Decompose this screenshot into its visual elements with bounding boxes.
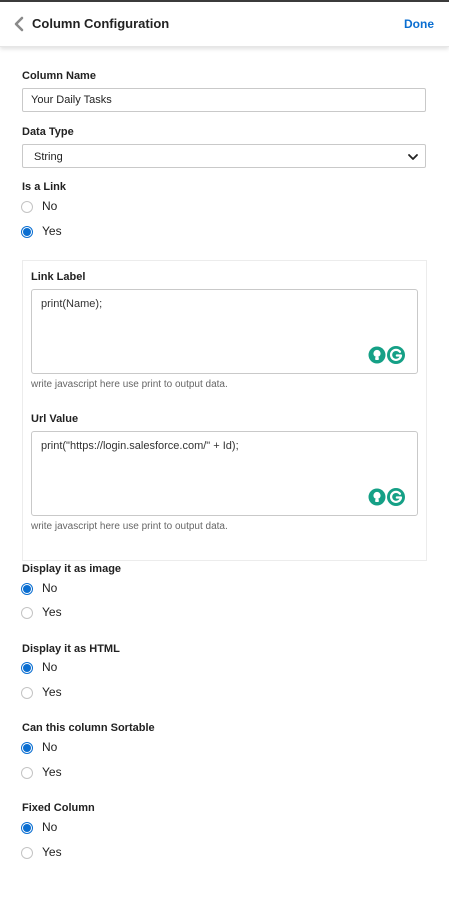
url-value-hint: write javascript here use print to outpu… [31,521,228,532]
url-value-code: print("https://login.salesforce.com/" + … [41,440,239,452]
sortable-label: Can this column Sortable [22,722,155,734]
data-type-value: String [34,151,63,163]
display-html-label: Display it as HTML [22,643,120,655]
lightbulb-icon[interactable] [368,346,386,364]
grammarly-icon[interactable] [387,346,405,364]
radio-label: No [42,581,58,595]
radio-circle [21,767,33,779]
page-title: Column Configuration [32,16,170,31]
radio-label: No [42,660,58,674]
radio-circle [21,822,33,834]
radio-circle [21,687,33,699]
chevron-left-icon[interactable] [12,16,26,32]
chevron-down-icon [408,154,418,160]
editor-assist-icons [368,345,406,365]
radio-label: Yes [42,605,62,619]
radio-circle [21,742,33,754]
radio-circle [21,662,33,674]
radio-label: Yes [42,845,62,859]
lightbulb-icon[interactable] [368,488,386,506]
radio-label: No [42,740,58,754]
editor-assist-icons [368,487,406,507]
radio-circle [21,201,33,213]
url-value-editor[interactable]: print("https://login.salesforce.com/" + … [31,431,418,516]
grammarly-icon[interactable] [387,488,405,506]
radio-label: Yes [42,765,62,779]
display-image-label: Display it as image [22,563,122,575]
link-label-heading: Link Label [31,271,86,283]
link-settings-panel: Link Label print(Name); write javascript… [22,260,427,561]
link-label-hint: write javascript here use print to outpu… [31,379,228,390]
column-name-input[interactable] [22,88,426,112]
header-bar: Column Configuration Done [0,2,449,47]
radio-circle [21,583,33,595]
done-button[interactable]: Done [404,17,434,31]
radio-label: Yes [42,224,62,238]
data-type-label: Data Type [22,126,74,138]
radio-circle [21,607,33,619]
radio-circle [21,226,33,238]
is-link-label: Is a Link [22,181,67,193]
url-value-heading: Url Value [31,413,79,425]
radio-label: No [42,820,58,834]
data-type-select[interactable]: String [22,144,426,168]
link-label-code: print(Name); [41,298,103,310]
radio-label: Yes [42,685,62,699]
radio-label: No [42,199,58,213]
fixed-column-label: Fixed Column [22,802,95,814]
link-label-editor[interactable]: print(Name); [31,289,418,374]
radio-circle [21,847,33,859]
column-name-label: Column Name [22,70,96,82]
